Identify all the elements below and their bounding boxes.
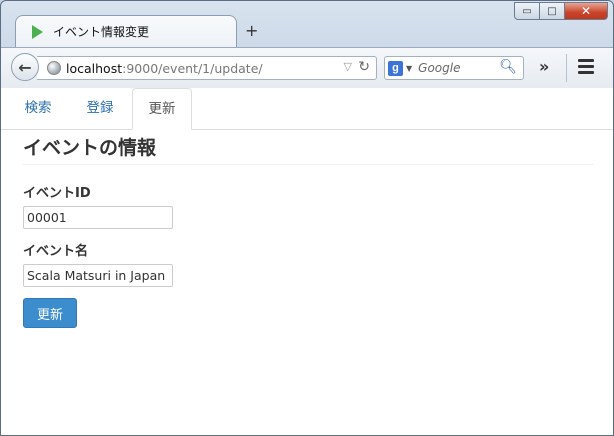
back-button[interactable]: ← (11, 53, 39, 81)
event-id-label: イベントID (23, 186, 91, 201)
search-bar[interactable]: g ▼ Google 🔍︎ (384, 56, 524, 80)
globe-icon (47, 61, 61, 75)
google-g-icon[interactable]: g (388, 60, 403, 76)
navigation-toolbar: localhost:9000/event/1/update/ ▽ ↻ ← g ▼… (1, 47, 613, 89)
maximize-button[interactable]: □ (539, 2, 565, 20)
address-bar[interactable]: localhost:9000/event/1/update/ ▽ ↻ (37, 56, 377, 80)
browser-tab[interactable]: イベント情報変更 (15, 15, 237, 47)
minimize-button[interactable]: ▭ (514, 2, 540, 20)
back-arrow-icon: ← (18, 57, 32, 77)
new-tab-button[interactable]: + (245, 21, 258, 40)
page-title: イベントの情報 (23, 133, 593, 165)
reload-icon[interactable]: ↻ (358, 59, 370, 75)
magnifier-icon[interactable]: 🔍︎ (499, 59, 517, 75)
tab-update[interactable]: 更新 (132, 88, 192, 130)
event-name-field[interactable] (23, 264, 173, 287)
page-content: 検索 登録 更新 イベントの情報 イベントID イベント名 更新 (1, 88, 613, 435)
play-favicon-icon (32, 24, 43, 39)
tab-search[interactable]: 検索 (11, 88, 65, 129)
close-button[interactable]: ✕ (564, 2, 608, 20)
event-id-field[interactable] (23, 206, 173, 229)
tab-title: イベント情報変更 (53, 25, 150, 39)
update-button[interactable]: 更新 (23, 298, 77, 328)
url-dropdown-icon[interactable]: ▽ (344, 60, 352, 73)
url-text: localhost:9000/event/1/update/ (66, 60, 263, 76)
engine-caret-icon[interactable]: ▼ (406, 64, 412, 73)
toolbar-divider (566, 54, 567, 82)
event-name-label: イベント名 (23, 244, 89, 259)
overflow-button[interactable]: » (539, 57, 549, 76)
nav-tabs: 検索 登録 更新 (1, 88, 613, 130)
browser-window: ▭ □ ✕ イベント情報変更 + localhost:9000/event/1/… (0, 0, 614, 436)
hamburger-menu-icon[interactable] (578, 59, 594, 77)
window-controls: ▭ □ ✕ (514, 2, 608, 20)
tab-register[interactable]: 登録 (71, 88, 129, 129)
search-placeholder: Google (418, 61, 461, 75)
